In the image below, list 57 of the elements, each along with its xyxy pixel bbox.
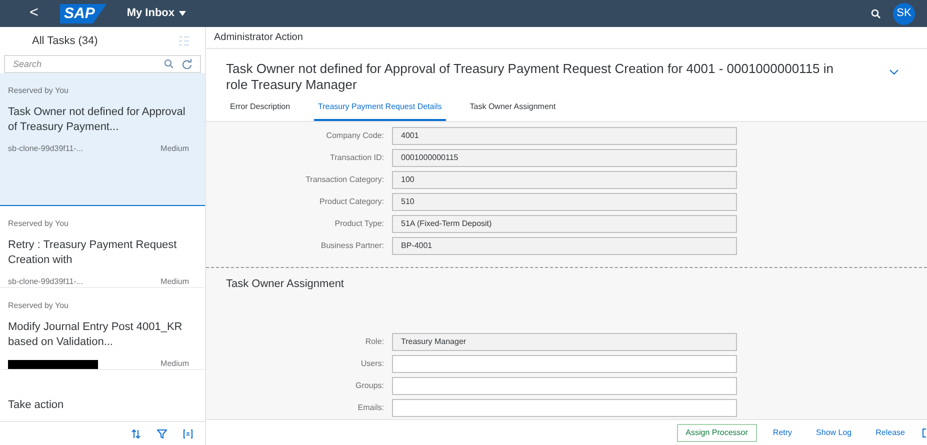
readonly-field: 100 (392, 171, 737, 189)
tab[interactable]: Task Owner Assignment (466, 101, 560, 121)
input-field[interactable] (392, 398, 737, 416)
field-label: Users: (360, 358, 384, 370)
task-origin: sb-clone-99d39f11-... (8, 143, 84, 155)
readonly-field: 4001 (392, 127, 737, 145)
back-button[interactable]: < (24, 2, 44, 25)
sort-icon[interactable] (131, 428, 141, 438)
group-icon[interactable] (183, 428, 193, 438)
refresh-icon[interactable] (182, 59, 192, 69)
task-priority: Medium (160, 358, 189, 370)
filter-icon[interactable] (157, 428, 167, 438)
field-label: Business Partner: (320, 240, 384, 252)
footer-button[interactable]: Assign Processor (676, 424, 757, 442)
task-list-item[interactable]: Reserved by You Task Owner not defined for Approval of Treasury Payment... sb-clone-99d39f11-... Medium (0, 73, 205, 206)
chevron-down-icon[interactable] (889, 69, 899, 75)
field-label: Product Type: (334, 218, 384, 230)
user-avatar[interactable]: SK (893, 2, 915, 24)
overflow-icon[interactable] (921, 428, 927, 438)
subheader-title: Administrator Action (214, 31, 303, 45)
list-title: All Tasks (34) (32, 34, 98, 49)
caret-icon (178, 11, 186, 16)
task-priority: Medium (160, 143, 189, 155)
task-status: Reserved by You (8, 300, 70, 312)
field-label: Groups: (354, 380, 384, 392)
readonly-field: Treasury Manager (392, 332, 737, 350)
task-origin: sb-clone-99d39f11-... (8, 276, 84, 288)
section-title: Task Owner Assignment (225, 277, 345, 292)
search-input[interactable]: Search (5, 56, 164, 72)
sap-logo: SAP (60, 4, 107, 24)
search-field[interactable]: Search (4, 55, 201, 73)
footer-button[interactable]: Show Log (808, 424, 860, 442)
task-item-title: Task Owner not defined for Approval of Treasury Payment... (8, 105, 186, 135)
field-label: Role: (364, 336, 384, 348)
readonly-field: 0001000000115 (392, 149, 737, 167)
readonly-field: BP-4001 (392, 237, 737, 255)
field-label: Product Category: (318, 196, 384, 208)
app-title-menu[interactable]: My Inbox (126, 5, 186, 22)
field-label: Company Code: (325, 130, 384, 142)
readonly-field: 510 (392, 193, 737, 211)
search-icon[interactable] (871, 8, 881, 18)
task-item-title: Modify Journal Entry Post 4001_KR based on Validation... (8, 320, 184, 350)
readonly-field: 51A (Fixed-Term Deposit) (392, 215, 737, 233)
tab[interactable]: Error Description (226, 101, 294, 121)
task-list-item[interactable]: Take action (0, 396, 205, 421)
field-label: Transaction ID: (329, 152, 384, 164)
field-label: Transaction Category: (304, 174, 384, 186)
task-status: Reserved by You (8, 85, 70, 97)
task-title: Task Owner not defined for Approval of Treasury Payment Request Creation for 4001 - 0001000000115 in role Treasury Manager (226, 60, 835, 93)
task-item-title: Retry : Treasury Payment Request Creation with (8, 238, 178, 268)
footer-button[interactable]: Release (868, 424, 913, 442)
task-status: Reserved by You (8, 218, 70, 230)
input-field[interactable] (392, 354, 737, 372)
task-priority: Medium (160, 276, 189, 288)
input-field[interactable] (392, 376, 737, 394)
field-label: Emails: (356, 402, 384, 414)
footer-button[interactable]: Retry (764, 424, 800, 442)
